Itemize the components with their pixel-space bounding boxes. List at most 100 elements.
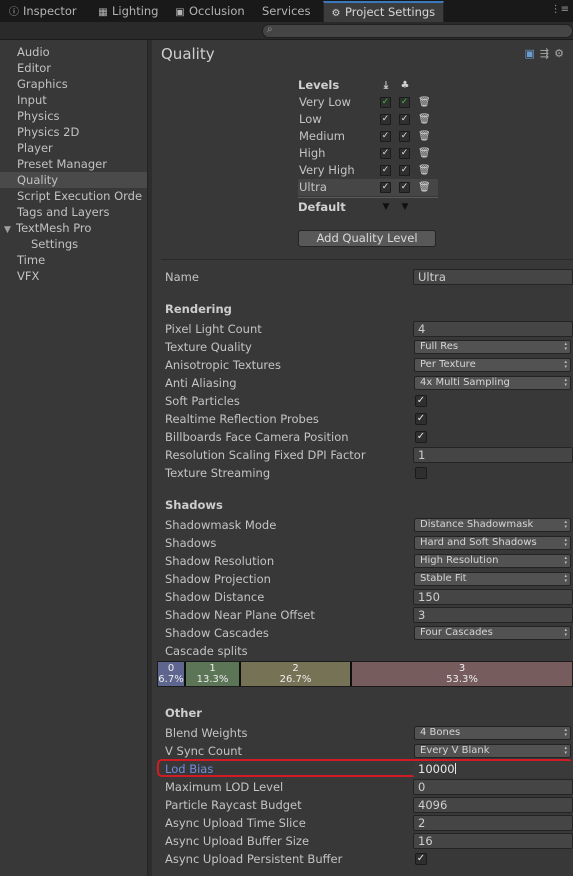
tab-occlusion[interactable]: ▣ Occlusion: [174, 2, 245, 22]
sidebar-item-preset-manager[interactable]: Preset Manager: [0, 156, 147, 172]
level-checkbox[interactable]: ✓: [399, 97, 410, 108]
name-field[interactable]: Ultra: [413, 269, 573, 285]
tab-lighting[interactable]: ▦ Lighting: [97, 2, 158, 22]
sidebar-item-script-execution-order[interactable]: Script Execution Orde: [0, 188, 147, 204]
level-checkbox[interactable]: ✓: [399, 131, 410, 142]
shadow-resolution-dropdown[interactable]: High Resolution: [414, 554, 571, 568]
sidebar-item-editor[interactable]: Editor: [0, 60, 147, 76]
expand-arrow-icon[interactable]: ▼: [4, 222, 16, 236]
preset-icon[interactable]: ⇶: [540, 47, 554, 60]
async-upload-time-slice-field[interactable]: 2: [413, 815, 573, 831]
level-checkbox[interactable]: ✓: [399, 182, 410, 193]
level-checkbox[interactable]: ✓: [380, 165, 391, 176]
tab-label: Project Settings: [345, 5, 436, 19]
shadow-distance-field[interactable]: 150: [413, 589, 573, 605]
add-quality-level-button[interactable]: Add Quality Level: [298, 230, 436, 247]
settings-gear-icon[interactable]: ⚙: [554, 47, 569, 60]
sidebar-item-textmesh-settings[interactable]: Settings: [0, 236, 147, 252]
search-strip: ⌕: [0, 22, 573, 40]
level-row-very-low[interactable]: Very Low ✓ ✓ 🗑: [298, 94, 438, 111]
shadow-projection-dropdown[interactable]: Stable Fit: [414, 572, 571, 586]
sidebar-item-input[interactable]: Input: [0, 92, 147, 108]
particle-raycast-budget-field[interactable]: 4096: [413, 797, 573, 813]
trash-icon[interactable]: 🗑: [418, 128, 431, 145]
level-name: Very Low: [299, 95, 351, 109]
blend-weights-dropdown[interactable]: 4 Bones: [414, 726, 571, 740]
maximum-lod-level-field[interactable]: 0: [413, 779, 573, 795]
tab-menu-icon[interactable]: ⋮≡: [551, 4, 569, 15]
level-checkbox[interactable]: ✓: [380, 148, 391, 159]
level-checkbox[interactable]: ✓: [399, 148, 410, 159]
cascade-segment-0[interactable]: 0 6.7%: [158, 662, 186, 686]
level-checkbox[interactable]: ✓: [380, 114, 391, 125]
shadowmask-mode-label: Shadowmask Mode: [165, 518, 277, 532]
level-checkbox[interactable]: ✓: [380, 131, 391, 142]
default-dropdown-icon[interactable]: ▼: [380, 198, 392, 217]
trash-icon[interactable]: 🗑: [418, 94, 431, 111]
async-upload-persistent-buffer-row: Async Upload Persistent Buffer ✓: [165, 850, 573, 868]
sidebar-item-physics[interactable]: Physics: [0, 108, 147, 124]
sidebar-item-textmesh-pro[interactable]: ▼ TextMesh Pro: [0, 220, 147, 236]
texture-quality-dropdown[interactable]: Full Res: [414, 340, 571, 354]
download-icon: ⤓: [383, 80, 389, 91]
shadows-dropdown[interactable]: Hard and Soft Shadows: [414, 536, 571, 550]
cascade-splits-label: Cascade splits: [165, 644, 248, 658]
sidebar-item-player[interactable]: Player: [0, 140, 147, 156]
texture-streaming-checkbox[interactable]: [415, 467, 427, 479]
anisotropic-textures-dropdown[interactable]: Per Texture: [414, 358, 571, 372]
trash-icon[interactable]: 🗑: [418, 145, 431, 162]
level-checkbox[interactable]: ✓: [380, 182, 391, 193]
tab-label: Lighting: [112, 4, 159, 18]
header-icons: ▣⇶⚙: [525, 47, 570, 60]
level-checkbox[interactable]: ✓: [399, 165, 410, 176]
vsync-count-dropdown[interactable]: Every V Blank: [414, 744, 571, 758]
level-row-high[interactable]: High ✓ ✓ 🗑: [298, 145, 438, 162]
dpi-factor-field[interactable]: 1: [413, 447, 573, 463]
shadow-near-plane-field[interactable]: 3: [413, 607, 573, 623]
shadowmask-mode-dropdown[interactable]: Distance Shadowmask: [414, 518, 571, 532]
level-name: Very High: [299, 163, 355, 177]
level-row-medium[interactable]: Medium ✓ ✓ 🗑: [298, 128, 438, 145]
tab-services[interactable]: Services: [262, 2, 311, 22]
async-upload-buffer-size-field[interactable]: 16: [413, 833, 573, 849]
lod-bias-field[interactable]: 10000: [413, 761, 573, 777]
level-row-low[interactable]: Low ✓ ✓ 🗑: [298, 111, 438, 128]
shadow-cascades-dropdown[interactable]: Four Cascades: [414, 626, 571, 640]
soft-particles-label: Soft Particles: [165, 394, 240, 408]
sidebar-item-tags-and-layers[interactable]: Tags and Layers: [0, 204, 147, 220]
async-upload-persistent-buffer-checkbox[interactable]: ✓: [415, 853, 427, 865]
cascade-segment-3[interactable]: 3 53.3%: [352, 662, 572, 686]
level-row-very-high[interactable]: Very High ✓ ✓ 🗑: [298, 162, 438, 179]
soft-particles-checkbox[interactable]: ✓: [415, 395, 427, 407]
tab-label: Occlusion: [189, 4, 245, 18]
sidebar-item-time[interactable]: Time: [0, 252, 147, 268]
trash-icon[interactable]: 🗑: [418, 162, 431, 179]
billboards-face-camera-checkbox[interactable]: ✓: [415, 431, 427, 443]
shadows-label: Shadows: [165, 536, 217, 550]
help-book-icon[interactable]: ▣: [525, 47, 540, 60]
search-input[interactable]: ⌕: [262, 24, 573, 38]
sidebar-item-vfx[interactable]: VFX: [0, 268, 147, 284]
trash-icon[interactable]: 🗑: [418, 111, 431, 128]
sidebar-item-quality[interactable]: Quality: [0, 172, 147, 188]
sidebar-item-audio[interactable]: Audio: [0, 44, 147, 60]
level-row-ultra[interactable]: Ultra ✓ ✓ 🗑: [298, 179, 438, 196]
level-checkbox[interactable]: ✓: [399, 114, 410, 125]
shadow-distance-label: Shadow Distance: [165, 590, 265, 604]
sidebar-item-physics-2d[interactable]: Physics 2D: [0, 124, 147, 140]
default-dropdown-icon[interactable]: ▼: [399, 198, 411, 217]
realtime-reflection-probes-checkbox[interactable]: ✓: [415, 413, 427, 425]
cascade-segment-2[interactable]: 2 26.7%: [241, 662, 352, 686]
shadow-resolution-label: Shadow Resolution: [165, 554, 275, 568]
sidebar-item-graphics[interactable]: Graphics: [0, 76, 147, 92]
anti-aliasing-dropdown[interactable]: 4x Multi Sampling: [414, 376, 571, 390]
trash-icon[interactable]: 🗑: [418, 179, 431, 196]
tab-project-settings[interactable]: ⚙ Project Settings: [323, 1, 445, 22]
cascade-index: 1: [209, 663, 216, 674]
pixel-light-count-field[interactable]: 4: [413, 321, 573, 337]
cascade-segment-1[interactable]: 1 13.3%: [186, 662, 241, 686]
tab-inspector[interactable]: ⓘ Inspector: [8, 2, 77, 22]
cascade-index: 2: [292, 663, 299, 674]
level-checkbox[interactable]: ✓: [380, 97, 391, 108]
cascade-splits-bar[interactable]: 0 6.7% 1 13.3% 2 26.7% 3 53.3%: [157, 661, 573, 687]
